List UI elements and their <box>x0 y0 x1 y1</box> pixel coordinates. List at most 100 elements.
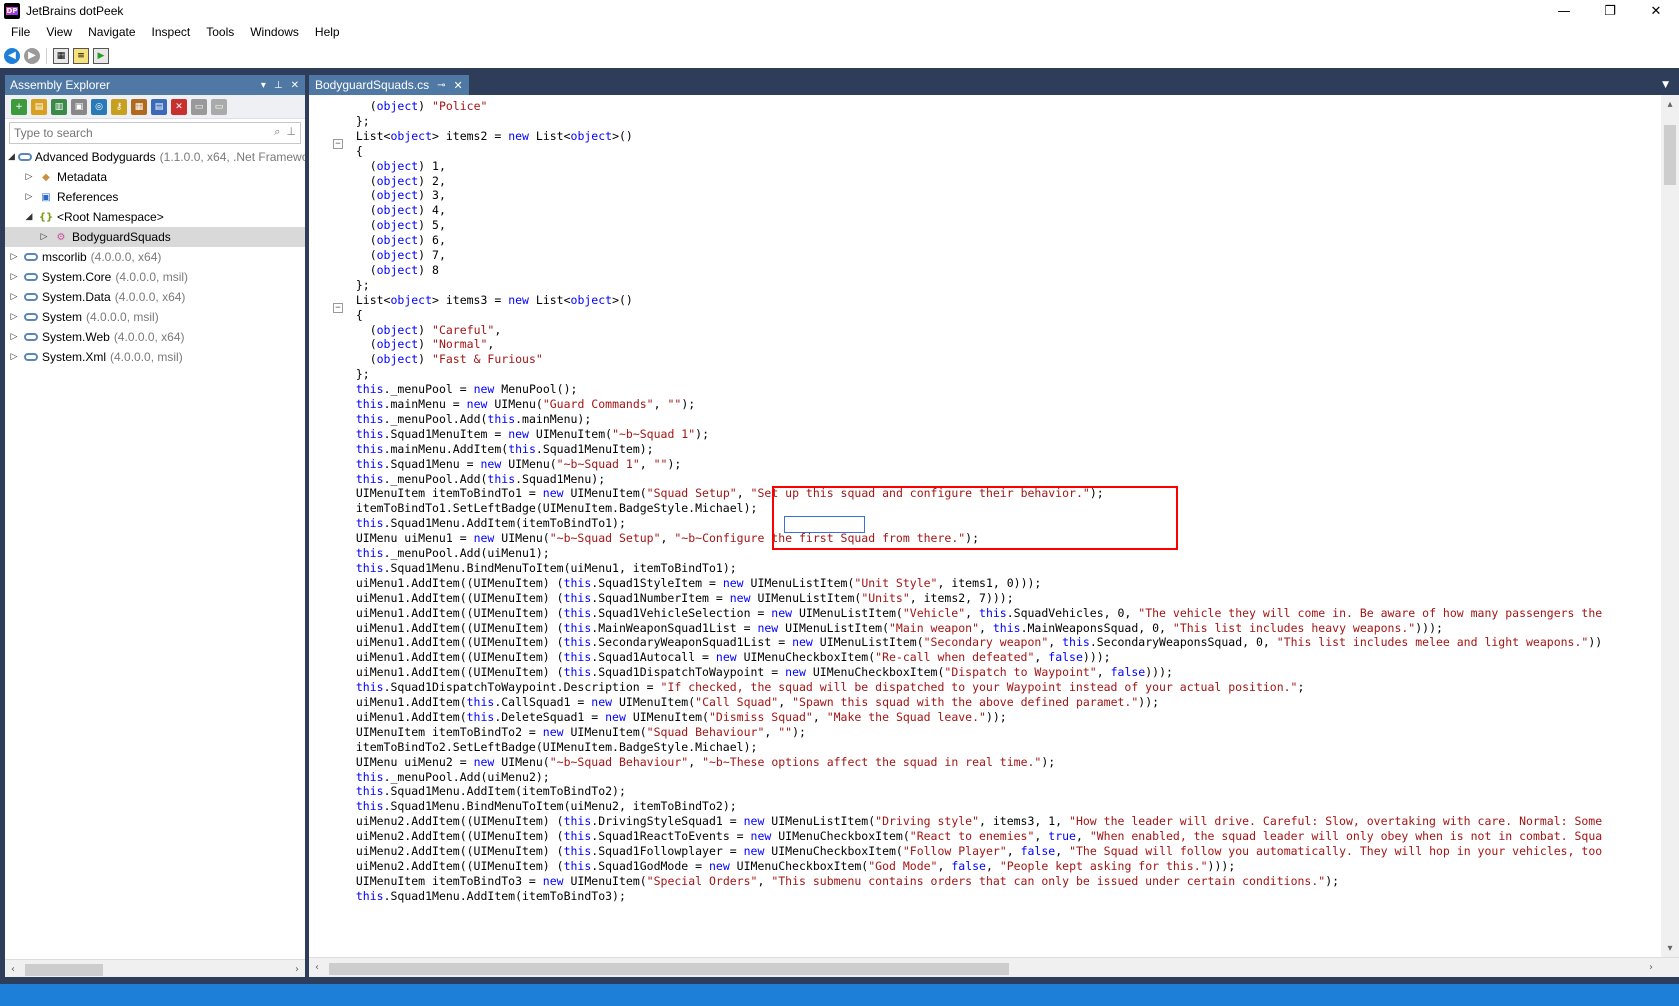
assembly-list-icon[interactable]: ▥ <box>51 98 67 115</box>
code-line[interactable]: uiMenu1.AddItem((UIMenuItem) (this.Squad… <box>309 649 1657 665</box>
tree-item[interactable]: ▷ ▣ References <box>5 187 305 207</box>
code-line[interactable]: UIMenuItem itemToBindTo3 = new UIMenuIte… <box>309 873 1657 889</box>
code-line[interactable]: itemToBindTo2.SetLeftBadge(UIMenuItem.Ba… <box>309 739 1657 755</box>
dropdown-icon[interactable]: ▾ <box>261 80 266 91</box>
close-panel-icon[interactable]: ✕ <box>291 80 299 91</box>
code-line[interactable]: (object) "Police" <box>309 98 1657 114</box>
settings-icon[interactable]: ▭ <box>211 98 227 115</box>
code-line[interactable]: List<object> items2 = new List<object>() <box>309 128 1657 144</box>
code-line[interactable]: this._menuPool.Add(this.Squad1Menu); <box>309 471 1657 487</box>
code-line[interactable]: uiMenu2.AddItem((UIMenuItem) (this.Squad… <box>309 828 1657 844</box>
run-icon[interactable]: ▶ <box>93 47 109 64</box>
code-line[interactable]: uiMenu1.AddItem((UIMenuItem) (this.Secon… <box>309 634 1657 650</box>
code-line[interactable]: (object) 6, <box>309 232 1657 248</box>
collapsed-arrow-icon[interactable]: ▷ <box>8 332 20 342</box>
code-line[interactable]: }; <box>309 277 1657 293</box>
tree-item[interactable]: ▷ mscorlib (4.0.0.0, x64) <box>5 247 305 267</box>
collapsed-arrow-icon[interactable]: ▷ <box>23 172 35 182</box>
code-line[interactable]: uiMenu1.AddItem(this.DeleteSquad1 = new … <box>309 709 1657 725</box>
code-line[interactable]: this._menuPool = new MenuPool(); <box>309 381 1657 397</box>
search-pin-icon[interactable]: ⊥ <box>286 125 296 139</box>
code-line[interactable]: (object) "Careful", <box>309 322 1657 338</box>
tree-item[interactable]: ▷ ◆ Metadata <box>5 167 305 187</box>
scroll-up-icon[interactable]: ▴ <box>1662 95 1678 113</box>
menu-navigate[interactable]: Navigate <box>80 22 143 43</box>
remove-assembly-icon[interactable]: ✕ <box>171 98 187 115</box>
menu-view[interactable]: View <box>38 22 80 43</box>
tree-item[interactable]: ▷ System.Data (4.0.0.0, x64) <box>5 287 305 307</box>
export-icon[interactable]: ▭ <box>191 98 207 115</box>
editor-scrollbar-thumb[interactable] <box>329 963 1009 975</box>
horizontal-scrollbar[interactable]: ‹ › <box>5 959 305 977</box>
code-line[interactable]: { <box>309 143 1657 159</box>
code-line[interactable]: (object) 1, <box>309 158 1657 174</box>
collapse-all-icon[interactable]: ▤ <box>151 98 167 115</box>
code-line[interactable]: List<object> items3 = new List<object>() <box>309 292 1657 308</box>
code-line[interactable]: uiMenu1.AddItem((UIMenuItem) (this.MainW… <box>309 620 1657 636</box>
code-line[interactable]: this._menuPool.Add(uiMenu1); <box>309 545 1657 561</box>
restore-button[interactable]: ❐ <box>1587 0 1633 22</box>
code-line[interactable]: (object) "Fast & Furious" <box>309 351 1657 367</box>
collapsed-arrow-icon[interactable]: ▷ <box>8 352 20 362</box>
vertical-scrollbar-thumb[interactable] <box>1664 125 1676 185</box>
code-line[interactable]: this.Squad1Menu.AddItem(itemToBindTo3); <box>309 888 1657 904</box>
collapsed-arrow-icon[interactable]: ▷ <box>8 252 20 262</box>
menu-file[interactable]: File <box>3 22 38 43</box>
tab-bodyguardsquads[interactable]: BodyguardSquads.cs ⊸ ✕ <box>309 75 469 95</box>
explorer-sync-icon[interactable]: ▦ <box>131 98 147 115</box>
code-line[interactable]: this.Squad1Menu.AddItem(itemToBindTo1); <box>309 515 1657 531</box>
close-button[interactable]: ✕ <box>1633 0 1679 22</box>
code-line[interactable]: this.Squad1Menu.BindMenuToItem(uiMenu2, … <box>309 798 1657 814</box>
scroll-down-icon[interactable]: ▾ <box>1662 939 1678 957</box>
expanded-arrow-icon[interactable]: ◢ <box>8 152 15 162</box>
scroll-right-icon[interactable]: › <box>289 960 305 978</box>
code-line[interactable]: uiMenu2.AddItem((UIMenuItem) (this.Drivi… <box>309 813 1657 829</box>
navigate-icon[interactable]: ≡ <box>73 47 89 64</box>
code-line[interactable]: this.Squad1MenuItem = new UIMenuItem("~b… <box>309 426 1657 442</box>
open-folder-icon[interactable]: ▤ <box>31 98 47 115</box>
search-input[interactable] <box>10 123 300 143</box>
menu-inspect[interactable]: Inspect <box>144 22 199 43</box>
menu-help[interactable]: Help <box>307 22 348 43</box>
code-line[interactable]: uiMenu1.AddItem((UIMenuItem) (this.Squad… <box>309 605 1657 621</box>
code-line[interactable]: uiMenu2.AddItem((UIMenuItem) (this.Squad… <box>309 843 1657 859</box>
tree-item[interactable]: ▷ ⚙ BodyguardSquads <box>5 227 305 247</box>
code-line[interactable]: uiMenu1.AddItem((UIMenuItem) (this.Squad… <box>309 590 1657 606</box>
collapsed-arrow-icon[interactable]: ▷ <box>8 272 20 282</box>
key-icon[interactable]: ⚷ <box>111 98 127 115</box>
nuget-icon[interactable]: ◎ <box>91 98 107 115</box>
code-line[interactable]: uiMenu1.AddItem((UIMenuItem) (this.Squad… <box>309 575 1657 591</box>
forward-arrow-icon[interactable]: ▶ <box>24 47 40 64</box>
editor-horizontal-scrollbar[interactable]: ‹ › <box>309 957 1679 977</box>
scroll-left-icon[interactable]: ‹ <box>5 960 21 978</box>
assembly-open-icon[interactable]: ▦ <box>53 47 69 64</box>
tree-item[interactable]: ▷ System.Core (4.0.0.0, msil) <box>5 267 305 287</box>
code-line[interactable]: UIMenuItem itemToBindTo1 = new UIMenuIte… <box>309 485 1657 501</box>
scroll-right-icon[interactable]: › <box>1643 958 1659 976</box>
code-line[interactable]: }; <box>309 366 1657 382</box>
collapsed-arrow-icon[interactable]: ▷ <box>38 232 50 242</box>
code-line[interactable]: itemToBindTo1.SetLeftBadge(UIMenuItem.Ba… <box>309 500 1657 516</box>
code-line[interactable]: (object) "Normal", <box>309 336 1657 352</box>
code-line[interactable]: }; <box>309 113 1657 129</box>
tree-item[interactable]: ◢{} <Root Namespace> <box>5 207 305 227</box>
code-line[interactable]: this.mainMenu.AddItem(this.Squad1MenuIte… <box>309 441 1657 457</box>
code-line[interactable]: this.mainMenu = new UIMenu("Guard Comman… <box>309 396 1657 412</box>
code-line[interactable]: (object) 7, <box>309 247 1657 263</box>
expanded-arrow-icon[interactable]: ◢ <box>23 212 35 222</box>
scroll-left-icon[interactable]: ‹ <box>309 958 325 976</box>
code-line[interactable]: this.Squad1Menu = new UIMenu("~b~Squad 1… <box>309 456 1657 472</box>
tree-item[interactable]: ▷ System (4.0.0.0, msil) <box>5 307 305 327</box>
code-line[interactable]: (object) 4, <box>309 202 1657 218</box>
code-line[interactable]: UIMenu uiMenu2 = new UIMenu("~b~Squad Be… <box>309 754 1657 770</box>
collapsed-arrow-icon[interactable]: ▷ <box>8 312 20 322</box>
code-editor[interactable]: − − (object) "Police" }; List<object> it… <box>309 95 1679 977</box>
pin-icon[interactable]: ⊥ <box>274 80 283 91</box>
minimize-button[interactable]: — <box>1541 0 1587 22</box>
tab-list-dropdown-icon[interactable]: ▼ <box>1662 80 1669 90</box>
collapsed-arrow-icon[interactable]: ▷ <box>8 292 20 302</box>
gac-icon[interactable]: ▣ <box>71 98 87 115</box>
tree-item[interactable]: ▷ System.Xml (4.0.0.0, msil) <box>5 347 305 367</box>
back-arrow-icon[interactable]: ◀ <box>4 47 20 64</box>
tab-pin-icon[interactable]: ⊸ <box>437 80 445 91</box>
